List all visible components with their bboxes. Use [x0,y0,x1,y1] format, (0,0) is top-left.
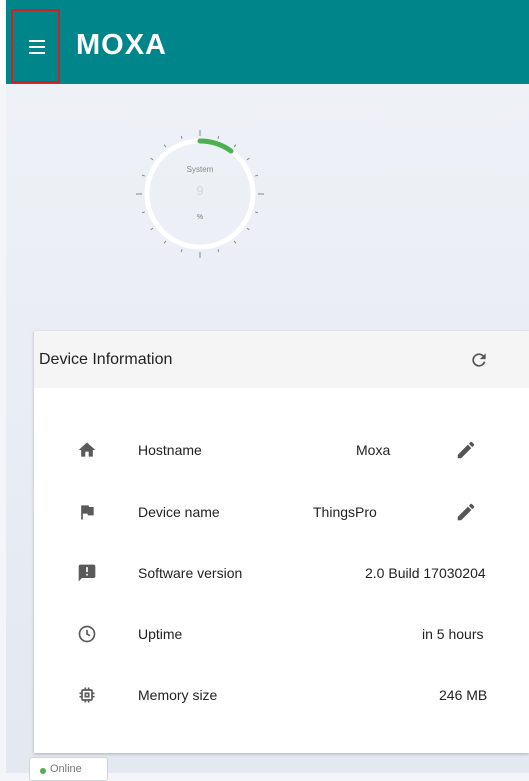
gauge-unit: % [197,214,203,221]
menu-button[interactable] [11,9,60,83]
gauge-tick [163,240,167,244]
status-text: Online [50,763,82,775]
gauge-tick [180,135,183,139]
software-version-row: Software version 2.0 Build 17030204 [34,555,529,591]
gauge-tick [180,249,183,253]
uptime-value: in 5 hours [422,626,484,642]
device-name-label: Device name [138,504,220,520]
home-icon [78,442,96,457]
top-app-bar: MOXA [0,0,529,84]
uptime-row: Uptime in 5 hours [34,616,529,652]
gauge-tick [217,135,220,139]
gauge-tick [217,249,220,253]
clock-icon [78,625,96,643]
card-title: Device Information [39,351,173,368]
gauge-tick [163,144,167,148]
status-dot [40,768,46,774]
software-version-label: Software version [138,565,243,581]
hostname-value: Moxa [356,442,391,458]
gauge-tick [150,227,154,231]
left-edge-strip [0,0,6,84]
memory-size-row: Memory size 246 MB [34,677,529,713]
gauge-tick [233,144,237,148]
hostname-row: Hostname Moxa [34,432,529,468]
memory-size-label: Memory size [138,687,218,703]
gauge-tick [246,227,250,231]
uptime-label: Uptime [138,626,183,642]
alert-message-icon [78,564,96,582]
refresh-icon[interactable] [469,350,489,370]
system-usage-gauge: System 9 % [136,130,264,258]
edit-device-name-pencil-icon[interactable] [455,501,477,523]
device-name-row: Device name ThingsPro [34,494,529,530]
gauge-arc [197,138,234,154]
hostname-label: Hostname [138,442,202,458]
gauge-tick [233,240,237,244]
gauge-tick [150,157,154,161]
gauge-tick [255,211,259,214]
memory-size-value: 246 MB [439,687,488,703]
gauge-tick [141,174,145,177]
gauge-tick [255,174,259,177]
software-version-value: 2.0 Build 17030204 [365,565,486,581]
moxa-logo: MOXA [76,29,167,61]
gauge-tick [246,157,250,161]
edit-hostname-pencil-icon[interactable] [455,439,477,461]
connection-status-chip: Online [29,757,108,781]
memory-chip-icon [79,687,95,703]
device-name-value: ThingsPro [313,504,377,520]
gauge-label: System [187,165,214,174]
flag-icon [81,505,94,520]
card-header: Device Information [34,331,529,388]
device-information-card: Device Information Hostname Moxa Device … [34,331,529,753]
svg-text:MOXA: MOXA [76,29,167,61]
gauge-value: 9 [196,183,203,198]
gauge-tick [141,211,145,214]
